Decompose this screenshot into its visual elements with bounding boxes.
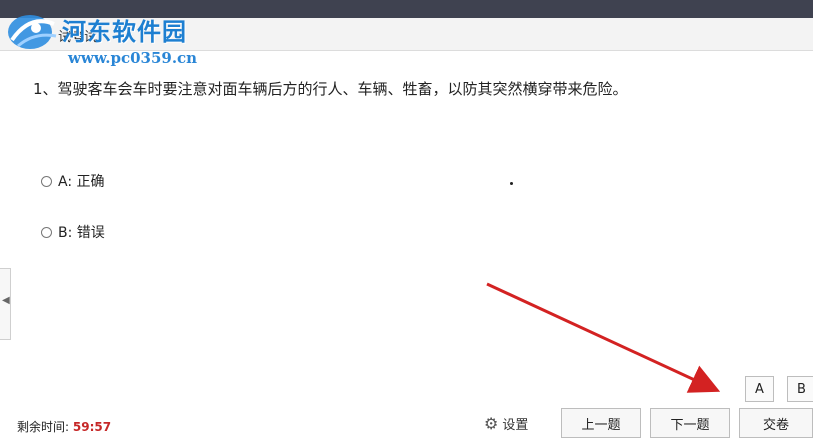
timer-value: 59:57	[72, 420, 112, 434]
answer-b-button[interactable]: B	[787, 376, 813, 402]
gear-icon: ⚙	[484, 414, 499, 433]
red-arrow-annotation	[486, 282, 721, 393]
next-question-button[interactable]: 下一题	[650, 408, 730, 438]
prev-question-button[interactable]: 上一题	[561, 408, 641, 438]
submit-button[interactable]: 交卷	[739, 408, 813, 438]
settings-button[interactable]: ⚙ 设置	[484, 414, 528, 433]
timer: 剩余时间: 59:57	[17, 418, 111, 435]
answer-a-button[interactable]: A	[745, 376, 774, 402]
settings-label: 设置	[502, 418, 529, 433]
timer-label: 剩余时间:	[17, 420, 70, 434]
